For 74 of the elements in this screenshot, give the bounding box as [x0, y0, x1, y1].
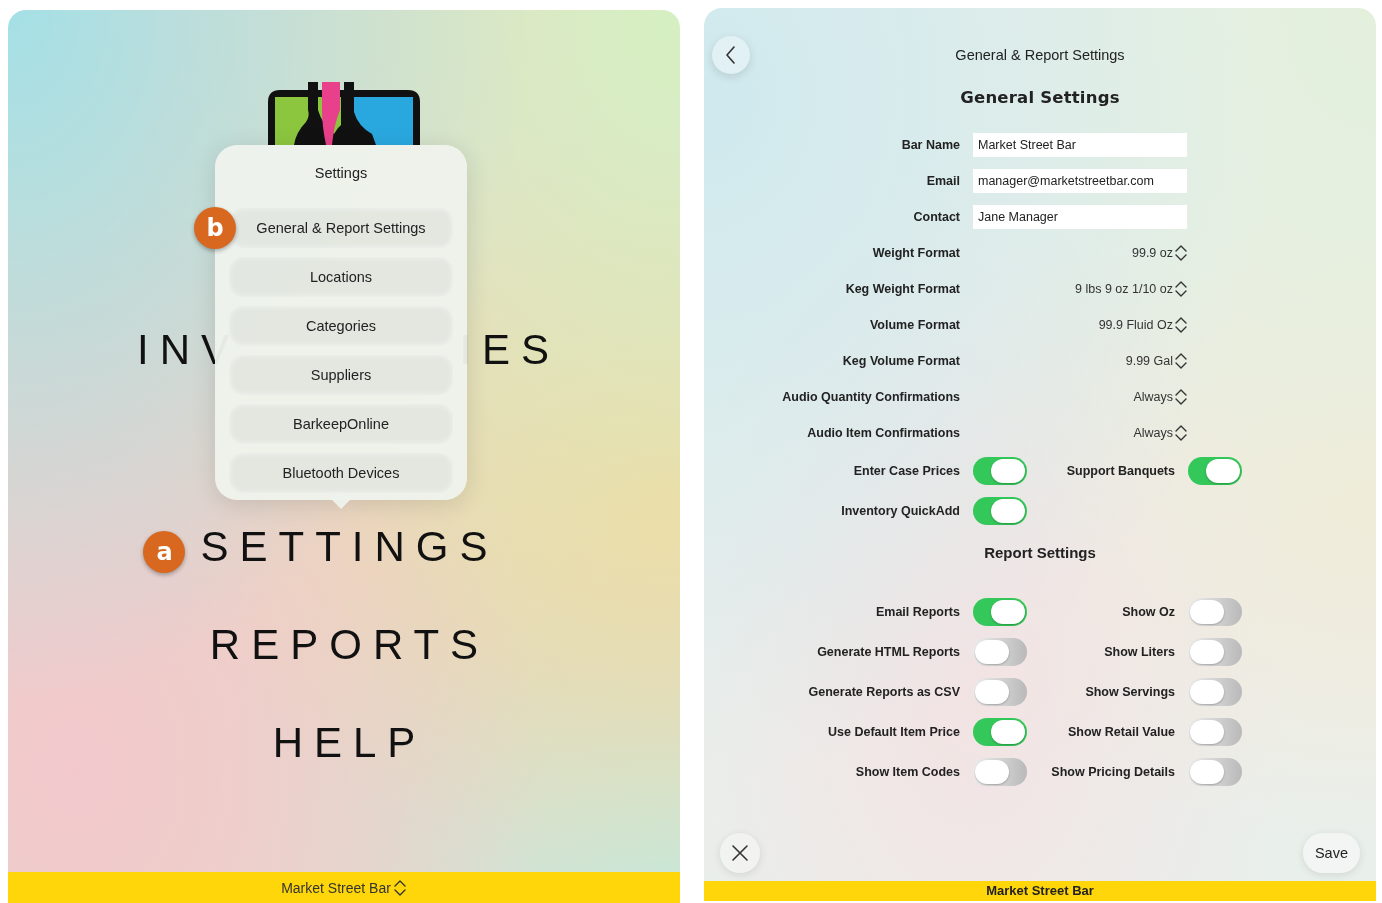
- format-picker[interactable]: 9 lbs 9 oz 1/10 oz: [973, 280, 1188, 298]
- format-picker[interactable]: 99.9 Fluid Oz: [973, 316, 1188, 334]
- toggle-label: Generate Reports as CSV: [808, 685, 960, 699]
- toggle-label: Show Servings: [1085, 685, 1175, 699]
- toggle-switch[interactable]: [973, 758, 1027, 786]
- toggle-label: Generate HTML Reports: [817, 645, 960, 659]
- toggle-label: Show Item Codes: [855, 765, 960, 779]
- text-field[interactable]: Jane Manager: [973, 205, 1187, 229]
- toggle-switch[interactable]: [1188, 638, 1242, 666]
- up-down-chevron-icon: [1174, 388, 1188, 406]
- setting-label: Volume Format: [869, 318, 960, 332]
- menu-item[interactable]: HELP: [272, 719, 427, 766]
- format-picker[interactable]: Always: [973, 388, 1188, 406]
- menu-heading-fragment: IES: [459, 326, 560, 374]
- toggle-label: Use Default Item Price: [828, 725, 960, 739]
- menu-item[interactable]: REPORTS: [209, 621, 490, 668]
- up-down-chevron-icon: [392, 878, 407, 897]
- toggle-label: Inventory QuickAdd: [841, 504, 960, 518]
- text-field[interactable]: Market Street Bar: [973, 133, 1187, 157]
- toggle-switch[interactable]: [973, 598, 1027, 626]
- toggle-switch[interactable]: [1188, 598, 1242, 626]
- up-down-chevron-icon: [1174, 280, 1188, 298]
- format-picker[interactable]: Always: [973, 424, 1188, 442]
- toggle-label: Enter Case Prices: [853, 464, 960, 478]
- up-down-chevron-icon: [1174, 424, 1188, 442]
- back-chevron-icon: [726, 46, 736, 64]
- toggle-switch[interactable]: [1188, 678, 1242, 706]
- popover-menu-item[interactable]: Categories: [229, 306, 453, 346]
- toggle-switch[interactable]: [1188, 718, 1242, 746]
- screen-title: General & Report Settings: [954, 47, 1126, 63]
- back-button[interactable]: [712, 36, 750, 74]
- toggle-switch[interactable]: [1188, 457, 1242, 485]
- toggle-label: Show Oz: [1122, 605, 1175, 619]
- toggle-switch[interactable]: [973, 678, 1027, 706]
- field-label: Bar Name: [901, 138, 960, 152]
- toggle-label: Email Reports: [875, 605, 960, 619]
- toggle-label: Support Banquets: [1066, 464, 1175, 478]
- bar-switcher[interactable]: Market Street Bar: [281, 878, 407, 897]
- toggle-switch[interactable]: [973, 457, 1027, 485]
- toggle-label: Show Liters: [1104, 645, 1175, 659]
- section-heading: Report Settings: [983, 544, 1097, 563]
- setting-label: Keg Volume Format: [842, 354, 960, 368]
- menu-item[interactable]: SETTINGS: [200, 523, 499, 570]
- setting-label: Audio Quantity Confirmations: [782, 390, 960, 404]
- popover-menu-item[interactable]: General & Report Settings: [229, 208, 453, 248]
- format-picker[interactable]: 9.99 Gal: [973, 352, 1188, 370]
- toggle-switch[interactable]: [973, 497, 1027, 525]
- close-icon: [731, 844, 749, 862]
- setting-label: Weight Format: [872, 246, 960, 260]
- bar-name: Market Street Bar: [281, 879, 391, 896]
- toggle-label: Show Retail Value: [1068, 725, 1175, 739]
- up-down-chevron-icon: [1174, 316, 1188, 334]
- up-down-chevron-icon: [1174, 352, 1188, 370]
- popover-title: Settings: [313, 164, 369, 183]
- save-button[interactable]: Save: [1302, 833, 1360, 873]
- popover-menu-item[interactable]: BarkeepOnline: [229, 404, 453, 444]
- format-picker[interactable]: 99.9 oz: [973, 244, 1188, 262]
- section-heading: General Settings: [959, 88, 1121, 109]
- toggle-switch[interactable]: [1188, 758, 1242, 786]
- toggle-label: Show Pricing Details: [1051, 765, 1175, 779]
- field-label: Email: [926, 174, 960, 188]
- setting-label: Audio Item Confirmations: [807, 426, 960, 440]
- popover-menu-item[interactable]: Bluetooth Devices: [229, 453, 453, 493]
- close-button[interactable]: [720, 833, 760, 873]
- up-down-chevron-icon: [1174, 244, 1188, 262]
- setting-label: Keg Weight Format: [845, 282, 960, 296]
- toggle-switch[interactable]: [973, 718, 1027, 746]
- popover-menu-item[interactable]: Locations: [229, 257, 453, 297]
- callout-badge: a: [143, 531, 186, 573]
- text-field[interactable]: manager@marketstreetbar.com: [973, 169, 1187, 193]
- footer-bar: Market Street Bar: [704, 881, 1376, 901]
- field-label: Contact: [913, 210, 960, 224]
- popover-menu-item[interactable]: Suppliers: [229, 355, 453, 395]
- toggle-switch[interactable]: [973, 638, 1027, 666]
